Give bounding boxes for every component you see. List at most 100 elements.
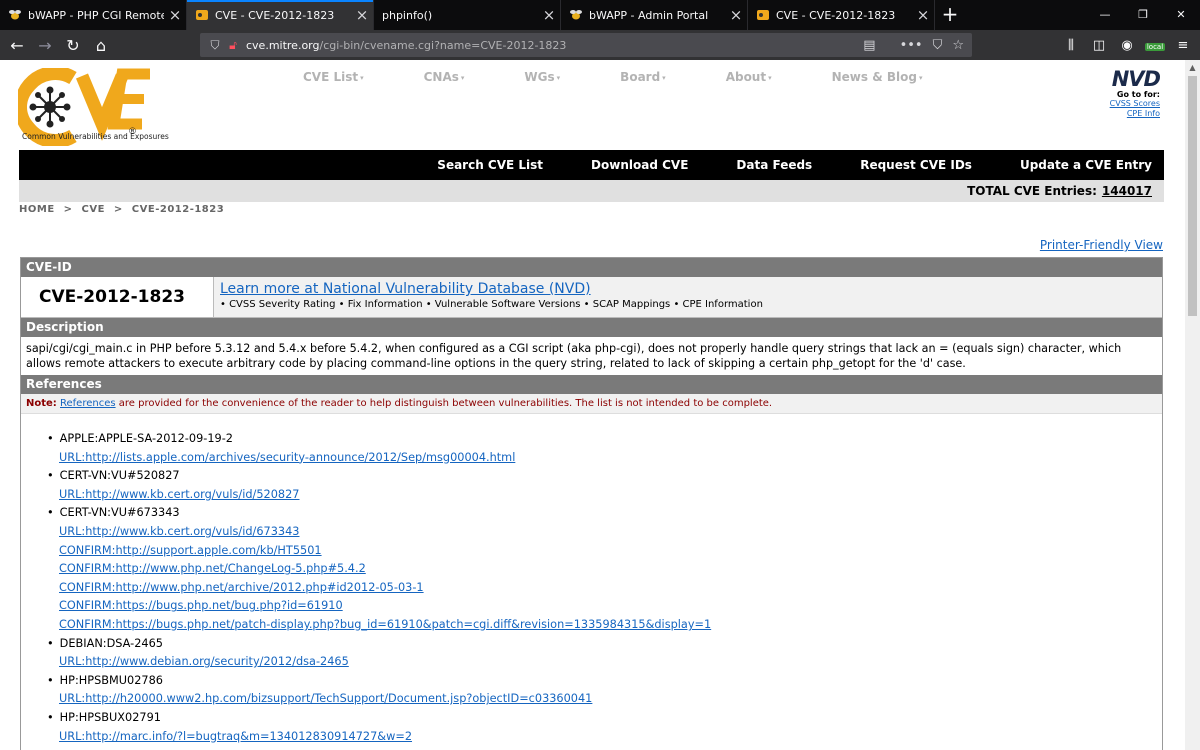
close-tab-icon[interactable]: × (351, 6, 373, 24)
scroll-thumb[interactable] (1188, 76, 1197, 316)
page-actions-icon[interactable]: ••• (900, 38, 923, 53)
cve-favicon-icon (195, 8, 209, 22)
caret-down-icon: ▾ (360, 73, 364, 82)
nav-wgs[interactable]: WGs ▾ (524, 70, 560, 84)
breadcrumb-sep: > (113, 204, 123, 215)
close-tab-icon[interactable]: × (912, 6, 934, 24)
extension-icon[interactable]: local (1144, 38, 1166, 53)
toolbar-right: ⫼ ◫ ◉ local ≡ (1060, 30, 1194, 60)
search-cve-list-link[interactable]: Search CVE List (437, 158, 543, 172)
tab-bar: bWAPP - PHP CGI Remote Code × CVE - CVE-… (0, 0, 1200, 30)
bee-favicon-icon (569, 8, 583, 22)
reference-source: CERT-VN:VU#520827 (59, 467, 1162, 486)
tab-phpinfo[interactable]: phpinfo() × (374, 0, 561, 30)
nvd-sub-info: • CVSS Severity Rating • Fix Information… (220, 299, 763, 310)
reference-source: CERT-VN:VU#673343 (59, 504, 1162, 523)
reference-link-item: URL:http://h20000.www2.hp.com/bizsupport… (59, 690, 1162, 709)
insecure-lock-icon[interactable]: 🔓︎ (224, 36, 242, 54)
close-window-icon[interactable]: ✕ (1162, 0, 1200, 30)
tab-label: bWAPP - Admin Portal (589, 8, 709, 22)
reference-link-item: URL:http://www.kb.cert.org/vuls/id/67334… (59, 523, 1162, 542)
forward-icon[interactable]: → (32, 32, 58, 58)
breadcrumb-sep: > (63, 204, 73, 215)
nav-cve-list[interactable]: CVE List ▾ (303, 70, 364, 84)
cvss-scores-link[interactable]: CVSS Scores (1110, 99, 1160, 109)
bee-favicon-icon (8, 8, 22, 22)
page-content: ® Common Vulnerabilities and Exposures C… (0, 60, 1185, 750)
download-cve-link[interactable]: Download CVE (591, 158, 688, 172)
reference-link-item: CONFIRM:http://support.apple.com/kb/HT55… (59, 542, 1162, 561)
update-cve-entry-link[interactable]: Update a CVE Entry (1020, 158, 1152, 172)
breadcrumb-home[interactable]: HOME (19, 204, 55, 215)
reference-link-item: URL:http://www.kb.cert.org/vuls/id/52082… (59, 486, 1162, 505)
reference-link[interactable]: CONFIRM:http://support.apple.com/kb/HT55… (59, 544, 322, 557)
reference-link[interactable]: URL:http://www.debian.org/security/2012/… (59, 655, 349, 668)
breadcrumb-current: CVE-2012-1823 (131, 204, 225, 215)
account-icon[interactable]: ◉ (1116, 38, 1138, 53)
reader-view-icon[interactable]: ▤ (863, 38, 875, 53)
tab-cve-active[interactable]: CVE - CVE-2012-1823 × (187, 0, 374, 30)
total-label: TOTAL CVE Entries: (967, 184, 1097, 198)
tab-label: CVE - CVE-2012-1823 (215, 8, 335, 22)
sidebar-icon[interactable]: ◫ (1088, 38, 1110, 53)
reload-icon[interactable]: ↻ (60, 32, 86, 58)
total-count-link[interactable]: 144017 (1102, 184, 1152, 198)
tab-cve-2[interactable]: CVE - CVE-2012-1823 × (748, 0, 935, 30)
tab-bwapp-cgi[interactable]: bWAPP - PHP CGI Remote Code × (0, 0, 187, 30)
nvd-learn-more-link[interactable]: Learn more at National Vulnerability Dat… (220, 281, 1162, 298)
cve-id-value: CVE-2012-1823 (21, 277, 214, 317)
data-feeds-link[interactable]: Data Feeds (736, 158, 812, 172)
reference-source: HP:HPSBMU02786 (59, 672, 1162, 691)
caret-down-icon: ▾ (918, 73, 923, 82)
pocket-icon[interactable]: ⛉ (933, 38, 943, 53)
nav-board[interactable]: Board ▾ (620, 70, 666, 84)
description-header: Description (21, 318, 1162, 337)
page-scrollbar[interactable]: ▲ (1185, 60, 1200, 750)
reference-link[interactable]: CONFIRM:https://bugs.php.net/bug.php?id=… (59, 599, 343, 612)
new-tab-icon[interactable]: + (935, 0, 965, 30)
nvd-goto: Go to for: (1116, 90, 1160, 99)
bookmark-star-icon[interactable]: ☆ (952, 38, 964, 53)
restore-icon[interactable]: ❐ (1124, 0, 1162, 30)
close-tab-icon[interactable]: × (538, 6, 560, 24)
top-nav: CVE List ▾ CNAs ▾ WGs ▾ Board ▾ About ▾ News … (303, 70, 982, 84)
breadcrumb-cve[interactable]: CVE (82, 204, 105, 215)
nav-cnas[interactable]: CNAs ▾ (424, 70, 465, 84)
reference-link[interactable]: URL:http://www.kb.cert.org/vuls/id/52082… (59, 488, 299, 501)
tab-bwapp-admin[interactable]: bWAPP - Admin Portal × (561, 0, 748, 30)
scroll-up-icon[interactable]: ▲ (1185, 60, 1200, 75)
nvd-logo[interactable]: NVD (1110, 68, 1161, 90)
reference-link[interactable]: CONFIRM:https://bugs.php.net/patch-displ… (59, 618, 711, 631)
note-text: are provided for the convenience of the … (115, 398, 773, 409)
reference-link[interactable]: CONFIRM:http://www.php.net/ChangeLog-5.p… (59, 562, 366, 575)
back-icon[interactable]: ← (4, 32, 30, 58)
nav-news-blog[interactable]: News & Blog ▾ (832, 70, 923, 84)
note-label: Note: (26, 398, 57, 409)
nvd-box: NVD Go to for: CVSS Scores CPE Info (1110, 68, 1161, 119)
reference-link[interactable]: URL:http://marc.info/?l=bugtraq&m=134012… (59, 730, 412, 743)
reference-link[interactable]: URL:http://lists.apple.com/archives/secu… (59, 451, 515, 464)
browser-toolbar: ← → ↻ ⌂ ⛉ 🔓︎ cve.mitre.org/cgi-bin/cvena… (0, 30, 1200, 60)
reference-link[interactable]: CONFIRM:http://www.php.net/archive/2012.… (59, 581, 424, 594)
description-text: sapi/cgi/cgi_main.c in PHP before 5.3.12… (26, 342, 1122, 370)
reference-link[interactable]: URL:http://h20000.www2.hp.com/bizsupport… (59, 692, 592, 705)
close-tab-icon[interactable]: × (725, 6, 747, 24)
request-cve-ids-link[interactable]: Request CVE IDs (860, 158, 972, 172)
reference-link[interactable]: URL:http://www.kb.cert.org/vuls/id/67334… (59, 525, 299, 538)
url-text: cve.mitre.org/cgi-bin/cvename.cgi?name=C… (246, 38, 567, 52)
nav-about[interactable]: About ▾ (726, 70, 772, 84)
printer-friendly-link[interactable]: Printer-Friendly View (1040, 238, 1163, 252)
minimize-icon[interactable]: — (1086, 0, 1124, 30)
nvd-info: Learn more at National Vulnerability Dat… (214, 277, 1162, 317)
menu-icon[interactable]: ≡ (1172, 38, 1194, 53)
shield-icon[interactable]: ⛉ (206, 36, 224, 54)
note-references-link[interactable]: References (60, 398, 116, 409)
url-bar[interactable]: ⛉ 🔓︎ cve.mitre.org/cgi-bin/cvename.cgi?n… (200, 33, 972, 57)
window-controls: — ❐ ✕ (1086, 0, 1200, 30)
close-tab-icon[interactable]: × (164, 6, 186, 24)
url-actions: ▤ ••• ⛉ ☆ (863, 33, 964, 57)
cpe-info-link[interactable]: CPE Info (1110, 109, 1160, 119)
library-icon[interactable]: ⫼ (1060, 38, 1082, 53)
reference-link-item: CONFIRM:https://bugs.php.net/patch-displ… (59, 616, 1162, 635)
home-icon[interactable]: ⌂ (88, 32, 114, 58)
